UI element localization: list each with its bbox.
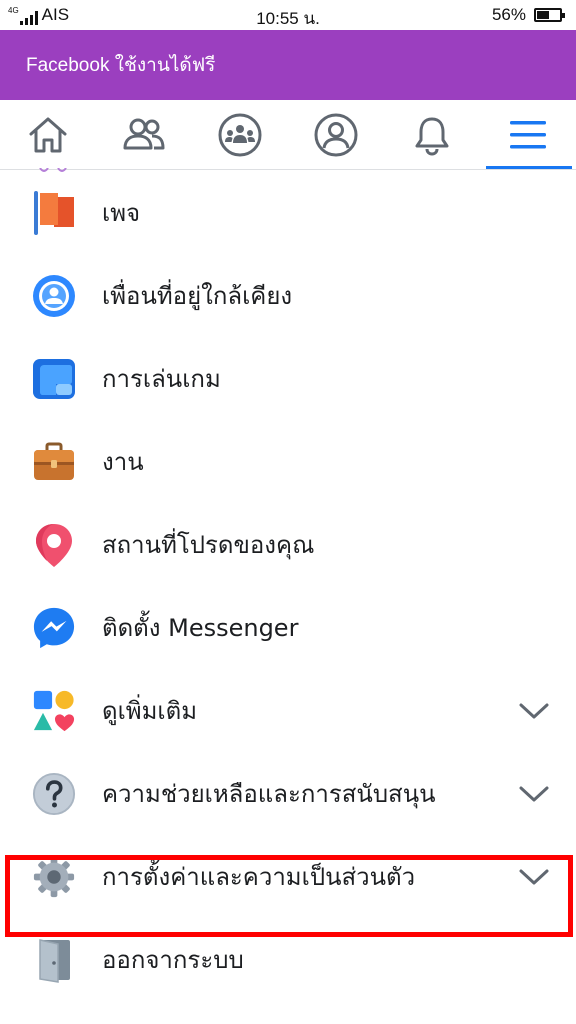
nearby-friends-icon: [32, 274, 76, 318]
menu-item-label: ความช่วยเหลือและการสนับสนุน: [102, 780, 436, 808]
menu-item-see-more[interactable]: ดูเพิ่มเติม: [0, 669, 576, 752]
menu-icon: [510, 121, 546, 149]
tab-home[interactable]: [0, 100, 96, 170]
help-question-icon: [32, 772, 76, 816]
status-bar: 4G AIS 10:55 น. 56%: [0, 0, 576, 30]
menu-list: เพจ เพื่อนที่อยู่ใกล้เคียง การเล่นเกม งา…: [0, 171, 576, 1001]
chevron-down-icon: [519, 703, 549, 718]
clock: 10:55 น.: [256, 9, 320, 28]
chevron-down-icon: [519, 786, 549, 801]
see-more-shapes-icon: [32, 689, 76, 733]
menu-item-label: สถานที่โปรดของคุณ: [102, 531, 315, 559]
menu-item-pages[interactable]: เพจ: [0, 171, 576, 254]
menu-item-help-support[interactable]: ความช่วยเหลือและการสนับสนุน: [0, 752, 576, 835]
menu-item-label: การตั้งค่าและความเป็นส่วนตัว: [102, 863, 416, 891]
location-pin-icon: [32, 523, 76, 567]
menu-item-label: ดูเพิ่มเติม: [102, 697, 198, 725]
notifications-icon: [415, 117, 449, 156]
tab-menu[interactable]: [480, 100, 576, 170]
top-tab-bar: [0, 100, 576, 170]
pages-flag-icon: [32, 190, 76, 235]
logout-door-icon: [32, 938, 76, 983]
messenger-icon: [32, 606, 76, 650]
settings-gear-icon: [32, 855, 76, 899]
menu-item-settings-privacy[interactable]: การตั้งค่าและความเป็นส่วนตัว: [0, 835, 576, 918]
tab-friends[interactable]: [96, 100, 192, 170]
tab-groups[interactable]: [192, 100, 288, 170]
free-mode-banner[interactable]: Facebook ใช้งานได้ฟรี: [0, 30, 576, 100]
gaming-icon: [32, 357, 76, 401]
menu-item-log-out[interactable]: ออกจากระบบ: [0, 918, 576, 1001]
menu-item-label: การเล่นเกม: [102, 365, 221, 393]
home-icon: [29, 117, 67, 153]
menu-item-install-messenger[interactable]: ติดตั้ง Messenger: [0, 586, 576, 669]
menu-item-label: ติดตั้ง Messenger: [102, 614, 299, 642]
battery-percent: 56%: [491, 5, 526, 24]
menu-item-label: งาน: [102, 448, 144, 476]
battery-icon: [534, 8, 565, 22]
free-mode-text: Facebook ใช้งานได้ฟรี: [26, 55, 216, 76]
menu-item-saved-places[interactable]: สถานที่โปรดของคุณ: [0, 503, 576, 586]
jobs-briefcase-icon: [32, 440, 76, 484]
menu-item-label: เพื่อนที่อยู่ใกล้เคียง: [102, 282, 293, 310]
battery-area: 56%: [491, 5, 565, 25]
menu-item-label: เพจ: [102, 199, 141, 227]
tab-notifications[interactable]: [384, 100, 480, 170]
active-tab-indicator: [486, 166, 572, 169]
menu-item-label: ออกจากระบบ: [102, 946, 244, 974]
menu-item-nearby-friends[interactable]: เพื่อนที่อยู่ใกล้เคียง: [0, 254, 576, 337]
tab-profile[interactable]: [288, 100, 384, 170]
groups-icon: [218, 113, 262, 157]
chevron-down-icon: [519, 869, 549, 884]
menu-item-gaming[interactable]: การเล่นเกม: [0, 337, 576, 420]
profile-icon: [314, 113, 358, 157]
friends-icon: [123, 118, 165, 150]
battery-level: [537, 11, 550, 19]
menu-item-jobs[interactable]: งาน: [0, 420, 576, 503]
